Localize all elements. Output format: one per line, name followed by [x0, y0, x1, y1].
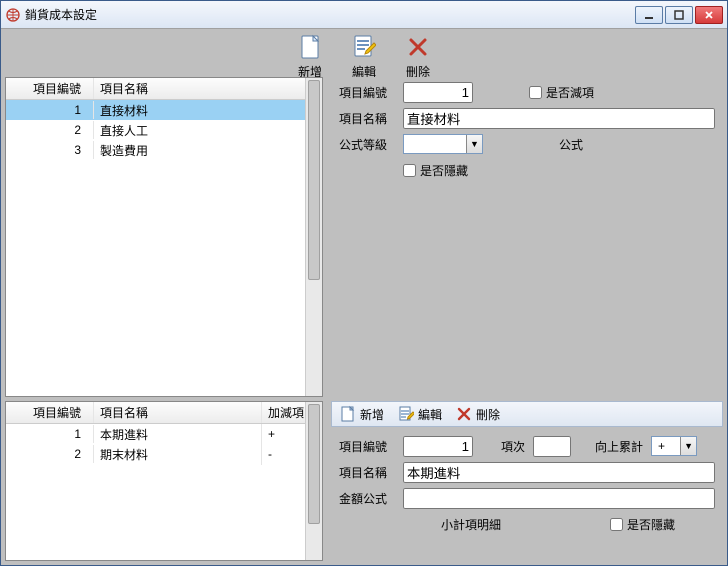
lower-form: 項目編號 項次 向上累計 + ▼	[331, 427, 723, 535]
col-item-name[interactable]: 項目名稱	[94, 402, 262, 423]
upper-grid[interactable]: 項目編號 項目名稱 1 直接材料 2 直接人工 3	[5, 77, 323, 397]
lower-grid-header: 項目編號 項目名稱 加減項	[6, 402, 322, 424]
item-no-input[interactable]	[403, 436, 473, 457]
formula-level-combo[interactable]: ▼	[403, 134, 483, 154]
main-toolbar: 新增 編輯 刪除	[1, 29, 727, 77]
minimize-button[interactable]	[635, 6, 663, 24]
delete-button[interactable]: 刪除	[400, 33, 436, 80]
chevron-down-icon: ▼	[466, 135, 482, 153]
scrollbar[interactable]	[305, 78, 322, 396]
amount-formula-input[interactable]	[403, 488, 715, 509]
app-icon	[5, 7, 21, 23]
accum-combo[interactable]: + ▼	[651, 436, 697, 456]
edit-icon	[352, 33, 376, 61]
item-name-label: 項目名稱	[339, 110, 395, 127]
formula-label: 公式	[559, 136, 583, 153]
edit-button[interactable]: 編輯	[346, 33, 382, 80]
upper-pane: 項目編號 項目名稱 1 直接材料 2 直接人工 3	[5, 77, 723, 397]
close-button[interactable]	[695, 6, 723, 24]
chevron-down-icon: ▼	[680, 437, 696, 455]
table-row[interactable]: 1 直接材料	[6, 100, 322, 120]
subtotal-label: 小計項明細	[441, 516, 501, 533]
add-button[interactable]: 新增	[292, 33, 328, 80]
delete-icon	[406, 33, 430, 61]
edit-icon	[398, 405, 414, 423]
sub-delete-button[interactable]: 刪除	[456, 406, 500, 423]
item-no-label: 項目編號	[339, 84, 395, 101]
accum-label: 向上累計	[595, 438, 643, 455]
client-area: 新增 編輯 刪除 項目編號 項目名稱	[1, 29, 727, 565]
seq-label: 項次	[501, 438, 525, 455]
table-row[interactable]: 2 期末材料 -	[6, 444, 322, 464]
lower-form-col: 新增 編輯 刪除 項目編號	[331, 401, 723, 561]
col-item-no[interactable]: 項目編號	[6, 402, 94, 423]
formula-level-label: 公式等級	[339, 136, 395, 153]
seq-input[interactable]	[533, 436, 571, 457]
col-item-name[interactable]: 項目名稱	[94, 78, 322, 99]
amount-formula-label: 金額公式	[339, 490, 395, 507]
item-name-input[interactable]	[403, 108, 715, 129]
new-icon	[340, 405, 356, 423]
table-row[interactable]: 3 製造費用	[6, 140, 322, 160]
item-name-label: 項目名稱	[339, 464, 395, 481]
is-hidden-checkbox[interactable]: 是否隱藏	[403, 162, 468, 179]
lower-pane: 項目編號 項目名稱 加減項 1 本期進料 + 2 期末材料 -	[5, 401, 723, 561]
is-deduction-checkbox[interactable]: 是否減項	[529, 84, 594, 101]
is-hidden-checkbox[interactable]: 是否隱藏	[610, 516, 675, 533]
delete-icon	[456, 406, 472, 422]
item-name-input[interactable]	[403, 462, 715, 483]
table-row[interactable]: 2 直接人工	[6, 120, 322, 140]
table-row[interactable]: 1 本期進料 +	[6, 424, 322, 444]
titlebar: 銷貨成本設定	[1, 1, 727, 29]
sub-add-button[interactable]: 新增	[340, 405, 384, 423]
sub-edit-button[interactable]: 編輯	[398, 405, 442, 423]
maximize-button[interactable]	[665, 6, 693, 24]
new-icon	[298, 33, 322, 61]
app-window: 銷貨成本設定 新增 編輯 刪除	[0, 0, 728, 566]
col-item-no[interactable]: 項目編號	[6, 78, 94, 99]
upper-form: 項目編號 是否減項 項目名稱 公式等級	[331, 77, 723, 397]
window-controls	[635, 6, 723, 24]
window-title: 銷貨成本設定	[25, 6, 635, 23]
item-no-input[interactable]	[403, 82, 473, 103]
sub-toolbar: 新增 編輯 刪除	[331, 401, 723, 427]
upper-grid-header: 項目編號 項目名稱	[6, 78, 322, 100]
scrollbar[interactable]	[305, 402, 322, 560]
item-no-label: 項目編號	[339, 438, 395, 455]
lower-grid[interactable]: 項目編號 項目名稱 加減項 1 本期進料 + 2 期末材料 -	[5, 401, 323, 561]
